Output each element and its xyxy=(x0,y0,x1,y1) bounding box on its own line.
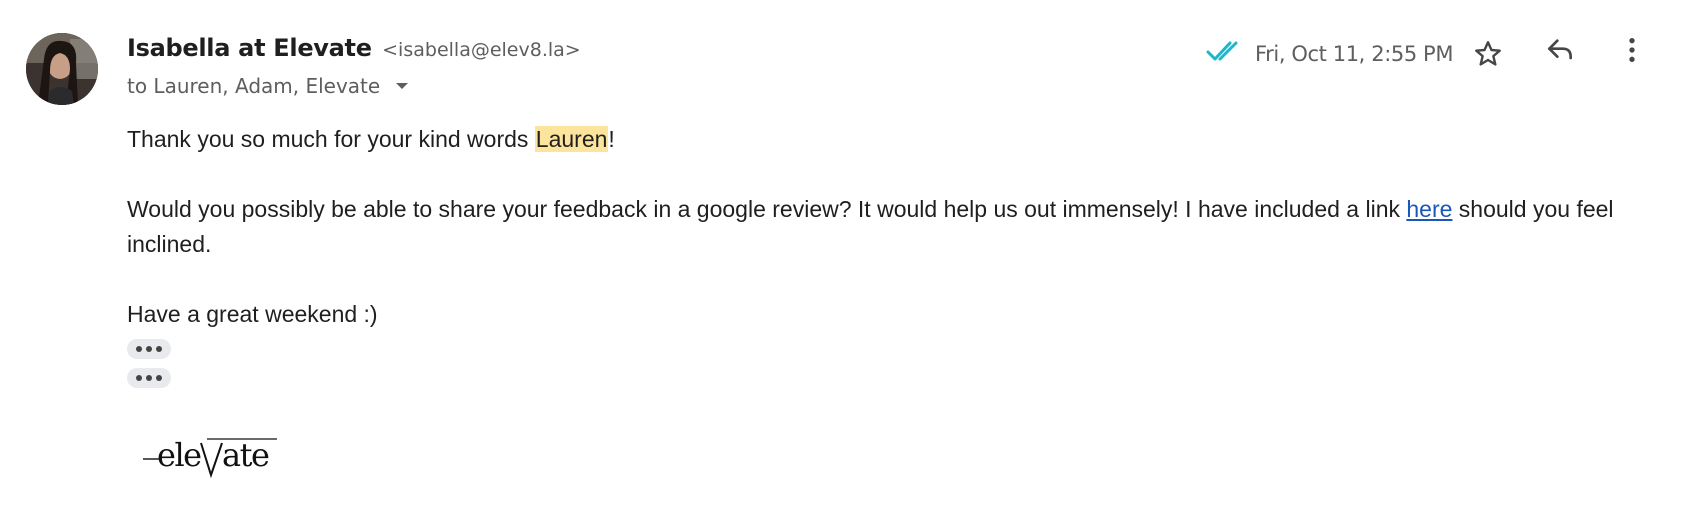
caret-down-icon[interactable] xyxy=(390,74,414,98)
reply-icon xyxy=(1544,34,1576,71)
double-check-icon xyxy=(1206,40,1246,64)
elevate-logo: ele ate xyxy=(143,433,283,481)
sender-avatar[interactable] xyxy=(26,33,98,105)
sender-email: <isabella@elev8.la> xyxy=(382,39,581,61)
recipients-text: to Lauren, Adam, Elevate xyxy=(127,74,381,98)
show-trimmed-content-button[interactable] xyxy=(127,339,171,359)
ellipsis-icon xyxy=(136,346,142,352)
ellipsis-icon xyxy=(136,375,142,381)
star-button[interactable] xyxy=(1468,36,1508,76)
svg-text:ele: ele xyxy=(157,436,201,474)
show-trimmed-content-button[interactable] xyxy=(127,368,171,388)
body-line-2: Would you possibly be able to share your… xyxy=(127,196,1614,257)
more-vertical-icon xyxy=(1616,34,1648,71)
body-line-1: Thank you so much for your kind words La… xyxy=(127,126,615,152)
svg-text:ate: ate xyxy=(222,436,269,474)
more-options-button[interactable] xyxy=(1612,32,1652,72)
message-body: Thank you so much for your kind words La… xyxy=(127,122,1657,332)
sender-name[interactable]: Isabella at Elevate xyxy=(127,34,372,62)
sender-line: Isabella at Elevate <isabella@elev8.la> xyxy=(127,34,581,62)
body-line-3: Have a great weekend :) xyxy=(127,301,378,327)
star-icon xyxy=(1472,38,1504,75)
review-link[interactable]: here xyxy=(1406,196,1452,222)
recipients-line: to Lauren, Adam, Elevate xyxy=(127,74,414,98)
message-timestamp: Fri, Oct 11, 2:55 PM xyxy=(1255,42,1454,66)
highlighted-name: Lauren xyxy=(534,126,609,152)
reply-button[interactable] xyxy=(1540,32,1580,72)
